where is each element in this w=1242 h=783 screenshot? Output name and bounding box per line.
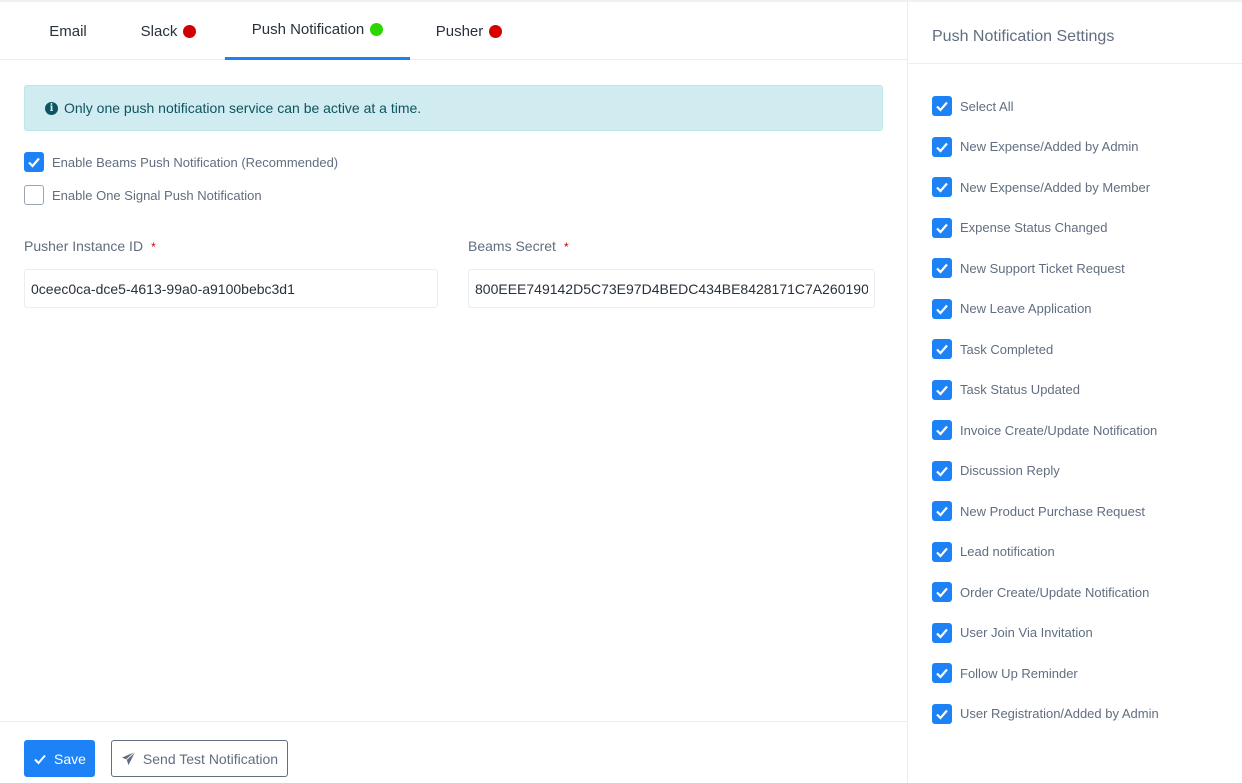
setting-item[interactable]: New Product Purchase Request bbox=[932, 501, 1145, 521]
onesignal-option-label: Enable One Signal Push Notification bbox=[52, 187, 262, 203]
setting-checkbox[interactable] bbox=[932, 541, 952, 562]
setting-item[interactable]: Follow Up Reminder bbox=[932, 663, 1078, 683]
tab-push-notification[interactable]: Push Notification bbox=[225, 2, 410, 60]
info-icon: i bbox=[45, 101, 58, 115]
setting-item[interactable]: Lead notification bbox=[932, 541, 1055, 562]
setting-label: New Product Purchase Request bbox=[960, 503, 1145, 519]
beams-checkbox[interactable] bbox=[24, 152, 44, 172]
onesignal-option[interactable]: Enable One Signal Push Notification bbox=[24, 185, 262, 205]
setting-label: New Expense/Added by Admin bbox=[960, 139, 1139, 154]
tab-slack[interactable]: Slack bbox=[112, 2, 225, 60]
push-notification-settings-page: Email Slack Push Notification Pusher i O… bbox=[0, 0, 1242, 783]
setting-label: Task Completed bbox=[960, 341, 1054, 357]
setting-checkbox[interactable] bbox=[932, 258, 952, 278]
setting-label: Select All bbox=[960, 98, 1014, 114]
setting-checkbox[interactable] bbox=[932, 622, 952, 643]
setting-label: Follow Up Reminder bbox=[960, 665, 1078, 681]
required-marker: * bbox=[151, 240, 156, 254]
setting-item[interactable]: User Join Via Invitation bbox=[932, 622, 1093, 643]
status-dot bbox=[489, 24, 503, 38]
setting-checkbox[interactable] bbox=[932, 582, 952, 602]
setting-label: Order Create/Update Notification bbox=[960, 584, 1150, 600]
setting-item[interactable]: Order Create/Update Notification bbox=[932, 582, 1149, 602]
main-panel: Email Slack Push Notification Pusher i O… bbox=[0, 2, 907, 783]
instance-id-label: Pusher Instance ID * bbox=[24, 238, 156, 254]
setting-item[interactable]: Task Status Updated bbox=[932, 379, 1080, 400]
tab-label: Pusher bbox=[435, 22, 484, 40]
send-test-notification-button[interactable]: Send Test Notification bbox=[111, 740, 288, 777]
beams-option-label: Enable Beams Push Notification (Recommen… bbox=[52, 154, 339, 170]
setting-checkbox[interactable] bbox=[932, 96, 952, 116]
setting-checkbox[interactable] bbox=[932, 217, 952, 238]
setting-item[interactable]: New Expense/Added by Admin bbox=[932, 136, 1139, 157]
setting-checkbox[interactable] bbox=[932, 501, 952, 521]
setting-checkbox[interactable] bbox=[932, 339, 952, 359]
setting-checkbox[interactable] bbox=[932, 460, 952, 481]
setting-label: New Support Ticket Request bbox=[960, 260, 1125, 276]
alert-text: Only one push notification service can b… bbox=[64, 100, 422, 116]
beams-option[interactable]: Enable Beams Push Notification (Recommen… bbox=[24, 152, 338, 172]
setting-checkbox[interactable] bbox=[932, 379, 952, 400]
setting-item[interactable]: New Leave Application bbox=[932, 298, 1092, 319]
setting-checkbox[interactable] bbox=[932, 663, 952, 683]
tab-email[interactable]: Email bbox=[24, 2, 112, 60]
setting-checkbox[interactable] bbox=[932, 136, 952, 157]
tab-pusher[interactable]: Pusher bbox=[410, 2, 528, 60]
setting-checkbox[interactable] bbox=[932, 298, 952, 319]
save-button[interactable]: Save bbox=[24, 740, 95, 777]
setting-item[interactable]: Select All bbox=[932, 96, 1013, 116]
tab-label: Email bbox=[49, 22, 87, 40]
beams-secret-label: Beams Secret * bbox=[468, 238, 569, 254]
status-dot bbox=[370, 23, 384, 36]
setting-item[interactable]: Discussion Reply bbox=[932, 460, 1060, 481]
setting-item[interactable]: Task Completed bbox=[932, 339, 1053, 359]
onesignal-checkbox[interactable] bbox=[24, 185, 44, 205]
settings-panel: Push Notification Settings Select All New… bbox=[907, 2, 1242, 783]
tab-label: Push Notification bbox=[251, 21, 365, 38]
info-alert: i Only one push notification service can… bbox=[24, 85, 883, 131]
setting-checkbox[interactable] bbox=[932, 420, 952, 440]
form-footer: Save Send Test Notification bbox=[0, 721, 907, 783]
required-marker: * bbox=[563, 240, 569, 254]
setting-item[interactable]: New Support Ticket Request bbox=[932, 258, 1125, 278]
tab-bar: Email Slack Push Notification Pusher bbox=[0, 2, 907, 60]
setting-label: New Expense/Added by Member bbox=[960, 179, 1151, 195]
setting-label: Task Status Updated bbox=[960, 382, 1080, 397]
setting-item[interactable]: Invoice Create/Update Notification bbox=[932, 420, 1157, 440]
status-dot bbox=[183, 24, 197, 38]
tab-label: Slack bbox=[140, 22, 178, 40]
setting-label: User Registration/Added by Admin bbox=[960, 706, 1159, 721]
setting-label: Lead notification bbox=[960, 544, 1055, 559]
setting-label: Discussion Reply bbox=[960, 463, 1060, 478]
paper-plane-icon bbox=[121, 751, 136, 766]
setting-checkbox[interactable] bbox=[932, 177, 952, 197]
setting-item[interactable]: New Expense/Added by Member bbox=[932, 177, 1150, 197]
setting-item[interactable]: Expense Status Changed bbox=[932, 217, 1108, 238]
instance-id-input[interactable] bbox=[24, 269, 438, 308]
setting-checkbox[interactable] bbox=[932, 703, 952, 724]
check-icon bbox=[34, 754, 46, 764]
setting-label: Expense Status Changed bbox=[960, 220, 1108, 235]
setting-label: User Join Via Invitation bbox=[960, 625, 1093, 640]
setting-label: New Leave Application bbox=[960, 301, 1092, 316]
setting-label: Invoice Create/Update Notification bbox=[960, 422, 1158, 438]
settings-title: Push Notification Settings bbox=[908, 2, 1242, 64]
beams-secret-input[interactable] bbox=[468, 269, 875, 308]
setting-item[interactable]: User Registration/Added by Admin bbox=[932, 703, 1159, 724]
